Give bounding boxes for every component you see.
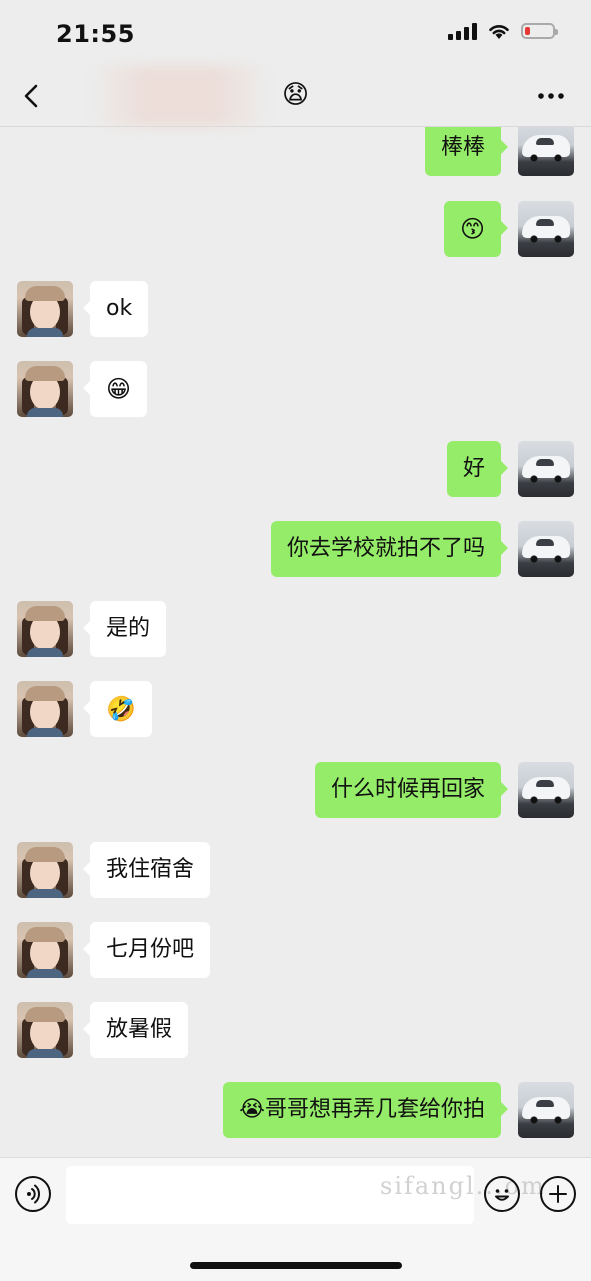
cellular-signal-icon: [448, 22, 477, 40]
contact-avatar[interactable]: [17, 681, 73, 737]
smiley-icon: [495, 1189, 509, 1201]
contact-avatar[interactable]: [17, 1002, 73, 1058]
message-bubble[interactable]: 我住宿舍: [82, 842, 211, 898]
voice-icon: [27, 1184, 41, 1204]
my-avatar[interactable]: [518, 521, 574, 577]
status-bar: 21:55: [0, 0, 591, 66]
home-indicator[interactable]: [190, 1262, 402, 1269]
message-bubble[interactable]: 棒棒: [424, 127, 509, 176]
message-bubble[interactable]: 七月份吧: [82, 922, 211, 978]
battery-icon: [521, 23, 558, 39]
contact-avatar[interactable]: [17, 361, 73, 417]
message-bubble[interactable]: 😭哥哥想再弄几套给你拍: [223, 1082, 508, 1138]
watermark-text: sifangl...om: [380, 1172, 546, 1200]
message-bubble[interactable]: ok: [82, 281, 149, 337]
more-options-icon[interactable]: [533, 78, 569, 114]
plus-icon: [549, 1185, 567, 1203]
chat-title: 😧: [281, 80, 310, 110]
message-bubble[interactable]: 你去学校就拍不了吗: [270, 521, 509, 577]
input-bar: sifangl...om: [0, 1157, 591, 1281]
my-avatar[interactable]: [518, 127, 574, 176]
my-avatar[interactable]: [518, 1082, 574, 1138]
wifi-icon: [489, 25, 509, 39]
my-avatar[interactable]: [518, 762, 574, 818]
message-bubble[interactable]: 😙: [443, 201, 509, 257]
emoji-button[interactable]: [484, 1176, 520, 1212]
message-bubble[interactable]: 😁: [82, 361, 148, 417]
nav-bar: 😧: [0, 66, 591, 127]
message-bubble[interactable]: 什么时候再回家: [314, 762, 509, 818]
more-functions-button[interactable]: [540, 1176, 576, 1212]
message-bubble[interactable]: 好: [446, 441, 509, 497]
my-avatar[interactable]: [518, 201, 574, 257]
contact-avatar[interactable]: [17, 601, 73, 657]
voice-input-button[interactable]: [15, 1176, 51, 1212]
status-time: 21:55: [56, 20, 135, 48]
message-bubble[interactable]: 🤣: [83, 681, 152, 737]
contact-avatar[interactable]: [17, 922, 73, 978]
message-bubble[interactable]: 放暑假: [82, 1002, 189, 1058]
contact-avatar[interactable]: [17, 281, 73, 337]
contact-avatar[interactable]: [17, 842, 73, 898]
message-bubble[interactable]: 是的: [82, 601, 167, 657]
status-icons: [448, 22, 558, 40]
chat-message-list[interactable]: 棒棒 😙 ok 😁 好 你去学校就拍不了吗 是的 🤣 什么时候再回家 我住宿舍 …: [0, 127, 591, 1157]
my-avatar[interactable]: [518, 441, 574, 497]
